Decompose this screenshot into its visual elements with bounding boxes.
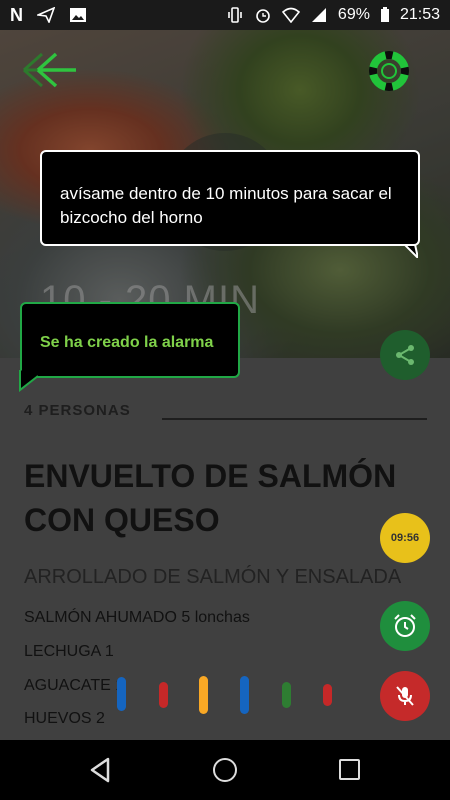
- status-bar: N 69% 21:53: [0, 0, 450, 30]
- netflix-icon: N: [10, 4, 23, 25]
- response-bubble-tail: [19, 370, 39, 392]
- voice-activity-bar: [199, 676, 208, 714]
- vibrate-icon: [228, 7, 242, 23]
- ingredient-item: LECHUGA 1: [24, 643, 114, 660]
- lifebuoy-icon[interactable]: [368, 50, 410, 92]
- nav-recents-icon[interactable]: [339, 759, 360, 780]
- servings-divider: [162, 418, 427, 420]
- servings-label: 4 PERSONAS: [24, 402, 131, 419]
- recipe-title: ENVUELTO DE SALMÓN CON QUESO: [24, 458, 397, 538]
- battery-icon: [380, 7, 389, 22]
- battery-percent: 69%: [337, 6, 370, 23]
- voice-activity-bar: [159, 682, 168, 708]
- voice-activity-bar: [282, 682, 291, 708]
- share-button[interactable]: [380, 330, 430, 380]
- assistant-query-text: avísame dentro de 10 minutos para sacar …: [60, 184, 392, 227]
- assistant-response-bubble: Se ha creado la alarma: [20, 302, 240, 378]
- ingredient-item: SALMÓN AHUMADO 5 lonchas: [24, 609, 250, 626]
- share-icon: [396, 345, 414, 365]
- mic-off-icon: [396, 686, 414, 706]
- mic-off-button[interactable]: [380, 671, 430, 721]
- wifi-icon: [281, 7, 300, 23]
- ingredient-item: HUEVOS 2: [24, 710, 105, 727]
- voice-activity-bar: [323, 684, 332, 706]
- voice-activity-bar: [240, 676, 249, 714]
- alarm-clock-icon: [394, 614, 416, 637]
- send-icon: [37, 7, 55, 23]
- clock: 21:53: [399, 6, 440, 23]
- signal-icon: [311, 8, 326, 22]
- voice-activity-bar: [117, 677, 126, 711]
- alarm-icon: [256, 9, 270, 23]
- timer-label: 09:56: [390, 532, 420, 544]
- nav-back-icon[interactable]: [88, 757, 114, 783]
- back-arrow-icon[interactable]: [20, 50, 80, 90]
- assistant-query-bubble: avísame dentro de 10 minutos para sacar …: [40, 150, 420, 246]
- ingredient-item: AGUACATE 1: [24, 677, 125, 694]
- assistant-response-text: Se ha creado la alarma: [40, 334, 214, 351]
- alarm-button[interactable]: [380, 601, 430, 651]
- system-nav-bar: [0, 740, 450, 800]
- recipe-subtitle: ARROLLADO DE SALMÓN Y ENSALADA: [24, 566, 402, 588]
- nav-home-icon[interactable]: [213, 758, 237, 782]
- timer-button[interactable]: 09:56: [380, 513, 430, 563]
- image-icon: [70, 8, 86, 22]
